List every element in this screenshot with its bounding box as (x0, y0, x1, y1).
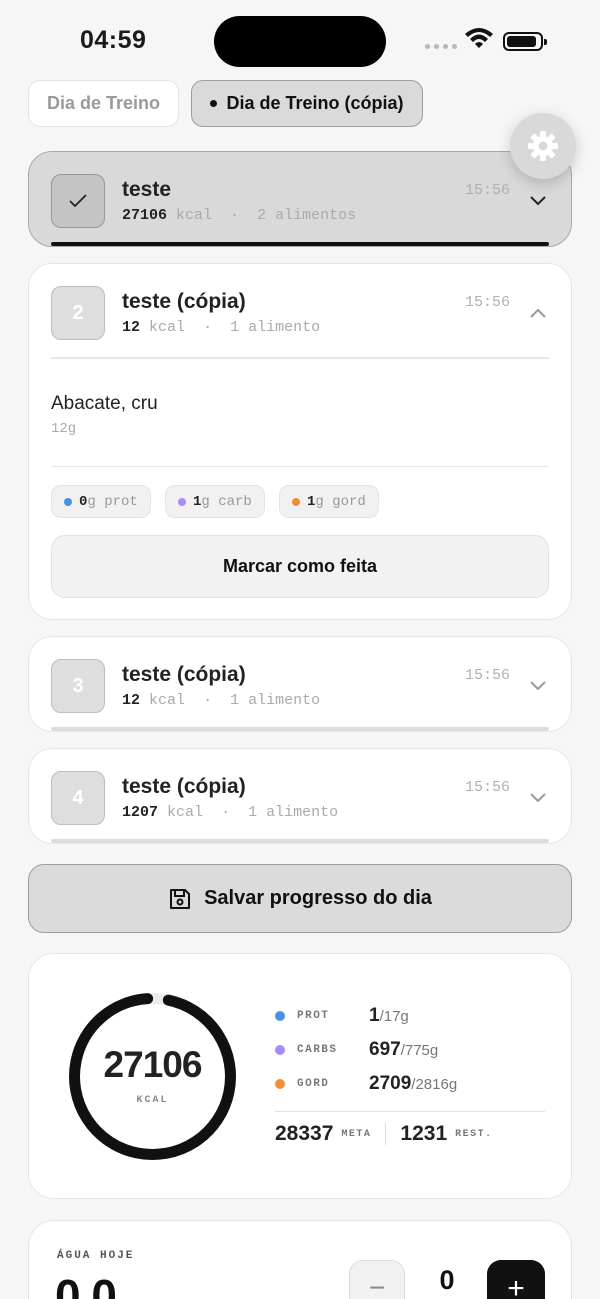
meal-card[interactable]: 3 teste (cópia) 12 kcal · 1 alimento 15:… (28, 636, 572, 732)
meal-time: 15:56 (464, 779, 510, 796)
divider (51, 357, 549, 359)
food-name: Abacate, cru (51, 393, 158, 414)
meal-meta: 12 kcal · 1 alimento (122, 319, 321, 336)
expand-button[interactable] (529, 789, 547, 807)
meal-card[interactable]: 4 teste (cópia) 1207 kcal · 1 alimento 1… (28, 748, 572, 844)
meal-time: 15:56 (464, 294, 510, 311)
meal-number[interactable]: 4 (51, 771, 105, 825)
water-liters: 0.0 (55, 1270, 117, 1299)
water-decrement-button[interactable]: − (349, 1260, 405, 1299)
meal-time: 15:56 (464, 182, 510, 199)
meal-title: teste (cópia) (122, 775, 246, 798)
meal-time: 15:56 (464, 667, 510, 684)
daily-summary-card: 27106 KCAL PROT 1/17g CARBS 697/775g GOR… (28, 953, 572, 1199)
fat-dot-icon (292, 497, 300, 506)
status-time: 04:59 (80, 26, 147, 54)
macro-pill-carb: 1g carb (165, 485, 265, 518)
collapse-button[interactable] (529, 304, 547, 322)
remaining-value: 1231 (400, 1122, 448, 1145)
carb-dot-icon (178, 497, 186, 506)
water-card: ÁGUA HOJE 0.0 − 0 + (28, 1220, 572, 1299)
meta-label: META (341, 1128, 372, 1140)
remaining-label: REST. (455, 1128, 493, 1140)
summary-macro-carbs: CARBS 697/775g (275, 1037, 438, 1063)
meal-meta: 12 kcal · 1 alimento (122, 692, 321, 709)
battery-icon (503, 32, 547, 51)
goal-remaining-row: 28337 META 1231 REST. (275, 1122, 493, 1146)
water-label: ÁGUA HOJE (57, 1250, 135, 1262)
protein-dot-icon (64, 497, 72, 506)
kcal-total: 27106 (103, 1044, 203, 1085)
mark-done-button[interactable]: Marcar como feita (51, 535, 549, 598)
water-count: 0 (439, 1265, 455, 1295)
chevron-down-icon (530, 196, 546, 206)
divider (275, 1111, 545, 1112)
water-increment-button[interactable]: + (487, 1260, 545, 1299)
meal-title: teste (cópia) (122, 290, 246, 313)
divider (51, 466, 549, 467)
food-quantity: 12g (51, 421, 77, 437)
meal-card[interactable]: 2 teste (cópia) 12 kcal · 1 alimento 15:… (28, 263, 572, 620)
status-bar: 04:59 (0, 0, 600, 80)
save-progress-button[interactable]: Salvar progresso do dia (28, 864, 572, 933)
chevron-down-icon (530, 793, 546, 803)
macro-pill-gord: 1g gord (279, 485, 379, 518)
meal-number[interactable]: 2 (51, 286, 105, 340)
chevron-up-icon (530, 308, 546, 318)
tab-dia-de-treino[interactable]: Dia de Treino (28, 80, 179, 127)
tab-label: Dia de Treino (cópia) (226, 93, 404, 113)
tab-label: Dia de Treino (46, 93, 161, 113)
kcal-unit: KCAL (136, 1095, 169, 1106)
active-dot-icon (210, 100, 218, 107)
gear-icon (528, 131, 558, 161)
meal-card[interactable]: teste 27106 kcal · 2 alimentos 15:56 (28, 151, 572, 247)
check-icon (69, 194, 87, 208)
meal-number[interactable]: 3 (51, 659, 105, 713)
meta-value: 28337 (275, 1122, 334, 1145)
settings-button[interactable] (510, 113, 576, 179)
summary-macro-prot: PROT 1/17g (275, 1003, 409, 1029)
expand-button[interactable] (529, 677, 547, 695)
summary-macro-gord: GORD 2709/2816g (275, 1071, 457, 1097)
protein-dot-icon (275, 1011, 285, 1021)
meal-done-checkbox[interactable] (51, 174, 105, 228)
wifi-icon (465, 28, 493, 48)
dynamic-island (214, 16, 386, 67)
fat-dot-icon (275, 1079, 285, 1089)
meal-title: teste (122, 178, 172, 201)
floppy-disk-icon (170, 888, 191, 909)
macro-pill-prot: 0g prot (51, 485, 151, 518)
expand-button[interactable] (529, 192, 547, 210)
chevron-down-icon (530, 681, 546, 691)
save-button-label: Salvar progresso do dia (204, 887, 432, 909)
tab-dia-de-treino-copia[interactable]: Dia de Treino (cópia) (191, 80, 423, 127)
meal-meta: 27106 kcal · 2 alimentos (122, 207, 357, 224)
carb-dot-icon (275, 1045, 285, 1055)
meal-title: teste (cópia) (122, 663, 246, 686)
signal-icon (425, 44, 457, 49)
meal-meta: 1207 kcal · 1 alimento (122, 804, 339, 821)
